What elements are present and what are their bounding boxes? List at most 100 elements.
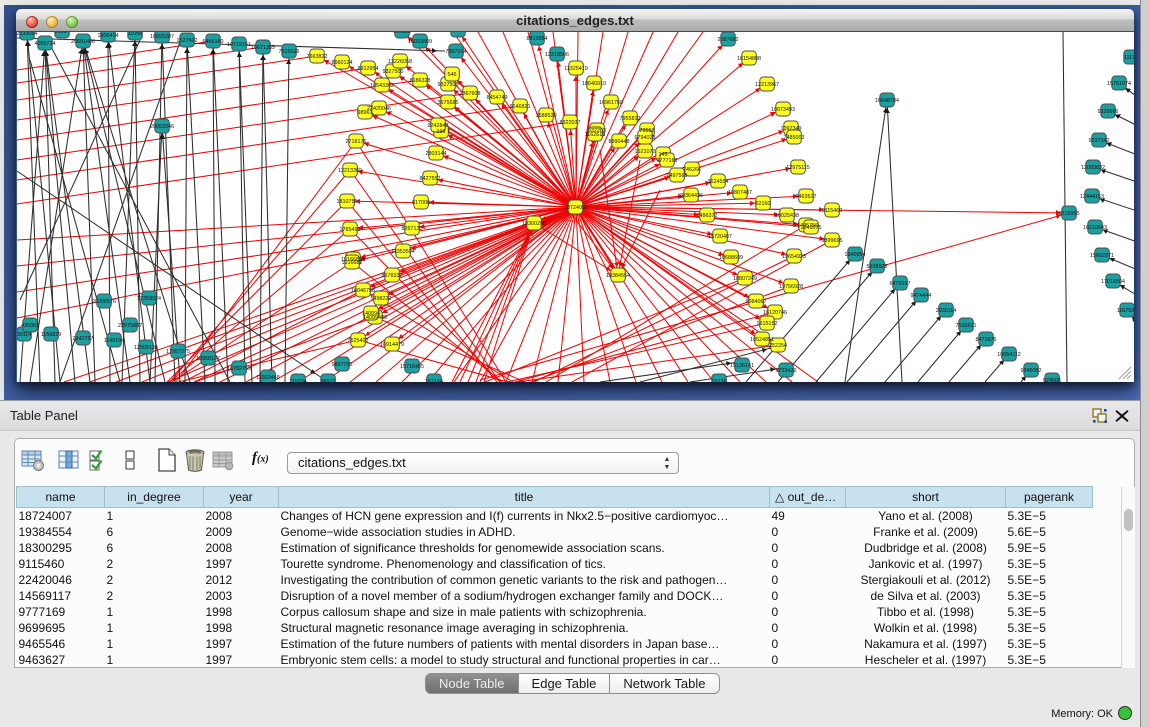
svg-text:19384554: 19384554	[606, 273, 630, 279]
svg-text:7663822: 7663822	[307, 54, 328, 60]
svg-text:2718176: 2718176	[346, 139, 367, 145]
svg-text:12213967: 12213967	[755, 82, 779, 88]
svg-text:7632621: 7632621	[956, 323, 977, 329]
svg-text:9242848: 9242848	[428, 123, 449, 129]
svg-text:16782759: 16782759	[227, 366, 251, 372]
svg-text:11325419: 11325419	[564, 66, 588, 72]
svg-text:17359924: 17359924	[137, 296, 161, 302]
svg-text:10688609: 10688609	[719, 255, 743, 261]
svg-text:7357224: 7357224	[446, 49, 467, 55]
svg-text:10025438: 10025438	[775, 213, 799, 219]
svg-text:16033809: 16033809	[408, 39, 432, 45]
svg-text:10807487: 10807487	[728, 190, 752, 196]
svg-text:17016504: 17016504	[1101, 279, 1125, 285]
svg-text:12444153: 12444153	[1080, 194, 1104, 200]
svg-text:62160: 62160	[756, 201, 771, 207]
svg-text:9329966: 9329966	[1098, 109, 1119, 115]
svg-text:15136: 15136	[712, 379, 727, 382]
svg-text:2803144: 2803144	[426, 151, 447, 157]
svg-text:16154808: 16154808	[737, 56, 761, 62]
svg-text:6794028: 6794028	[635, 135, 656, 141]
svg-text:8215955: 8215955	[1059, 211, 1080, 217]
svg-text:7486372: 7486372	[697, 213, 718, 219]
svg-text:4055724: 4055724	[35, 41, 56, 47]
svg-text:7625402: 7625402	[348, 338, 369, 344]
svg-text:2367608: 2367608	[460, 91, 481, 97]
svg-text:10655287: 10655287	[150, 34, 174, 40]
svg-text:546: 546	[448, 72, 457, 78]
svg-text:9146821: 9146821	[510, 104, 531, 110]
svg-text:9245052: 9245052	[1021, 368, 1042, 374]
svg-text:9777169: 9777169	[657, 158, 678, 164]
svg-text:7955812: 7955812	[620, 116, 641, 122]
svg-text:9899695: 9899695	[822, 238, 843, 244]
svg-text:8471676: 8471676	[976, 337, 997, 343]
svg-text:11353594: 11353594	[391, 249, 415, 255]
svg-text:10958107: 10958107	[196, 356, 220, 362]
svg-text:6497568: 6497568	[667, 173, 688, 179]
svg-text:7485003: 7485003	[784, 135, 805, 141]
svg-text:8678332: 8678332	[382, 273, 403, 279]
svg-text:8186328: 8186328	[410, 78, 431, 84]
svg-text:8912954: 8912954	[358, 66, 379, 72]
svg-text:1649575: 1649575	[801, 225, 822, 231]
svg-text:11174: 11174	[1124, 55, 1134, 61]
svg-text:2133054: 2133054	[17, 32, 38, 37]
svg-text:20691406: 20691406	[71, 39, 95, 45]
svg-text:435061: 435061	[21, 323, 39, 329]
svg-text:18807249: 18807249	[733, 276, 757, 282]
svg-text:8813054: 8813054	[527, 36, 548, 42]
svg-text:20053346: 20053346	[150, 124, 174, 130]
svg-text:77: 77	[455, 32, 461, 34]
svg-text:22975887: 22975887	[118, 323, 142, 329]
svg-text:16961758: 16961758	[599, 100, 623, 106]
svg-text:13226058: 13226058	[388, 59, 412, 65]
svg-text:140994: 140994	[362, 311, 380, 317]
svg-text:12213369: 12213369	[338, 168, 362, 174]
svg-text:196: 196	[437, 129, 446, 135]
svg-text:8660124: 8660124	[332, 60, 353, 66]
svg-text:7515526: 7515526	[279, 49, 300, 55]
svg-text:15716485: 15716485	[400, 364, 424, 370]
svg-text:16671355: 16671355	[251, 45, 275, 51]
svg-text:9327508: 9327508	[438, 82, 459, 88]
svg-text:19654923: 19654923	[782, 254, 806, 260]
svg-text:2935114: 2935114	[936, 308, 957, 314]
svg-text:12975115: 12975115	[786, 165, 810, 171]
svg-text:16648784: 16648784	[875, 98, 899, 104]
svg-text:1145194: 1145194	[104, 338, 125, 344]
svg-text:3624554: 3624554	[708, 179, 729, 185]
svg-text:5498222: 5498222	[371, 296, 392, 302]
svg-text:22420046: 22420046	[367, 106, 391, 112]
svg-text:2087682: 2087682	[718, 37, 739, 43]
svg-text:2942757: 2942757	[73, 336, 94, 342]
svg-text:8267130: 8267130	[402, 226, 423, 232]
svg-text:8322037: 8322037	[560, 120, 581, 126]
svg-text:1621072: 1621072	[635, 149, 656, 155]
svg-text:1162615: 1162615	[585, 132, 606, 138]
svg-text:19756928: 19756928	[779, 284, 803, 290]
svg-text:9115460: 9115460	[822, 208, 843, 214]
svg-text:10719151: 10719151	[227, 42, 251, 48]
svg-text:1765493: 1765493	[340, 227, 361, 233]
svg-text:252254: 252254	[769, 343, 787, 349]
svg-text:16210643: 16210643	[1083, 225, 1107, 231]
svg-text:3675685: 3675685	[438, 100, 459, 106]
svg-text:6466160: 6466160	[203, 39, 224, 45]
svg-text:160338: 160338	[393, 32, 411, 35]
svg-text:1916682: 1916682	[342, 260, 363, 266]
svg-text:1810755: 1810755	[337, 199, 358, 205]
svg-text:18300295: 18300295	[522, 221, 546, 227]
svg-text:16046798: 16046798	[351, 288, 375, 294]
svg-text:1615152: 1615152	[757, 321, 778, 327]
svg-text:8454749: 8454749	[487, 95, 508, 101]
svg-text:9227342: 9227342	[1089, 138, 1110, 144]
svg-text:12093832: 12093832	[1081, 165, 1105, 171]
svg-text:9084067: 9084067	[746, 299, 767, 305]
svg-text:39114: 39114	[17, 332, 31, 338]
svg-text:15136141: 15136141	[730, 363, 754, 369]
svg-text:17957275: 17957275	[166, 349, 190, 355]
svg-text:8990448: 8990448	[609, 139, 630, 145]
svg-text:10654112: 10654112	[997, 352, 1021, 358]
svg-text:16914479: 16914479	[380, 342, 404, 348]
